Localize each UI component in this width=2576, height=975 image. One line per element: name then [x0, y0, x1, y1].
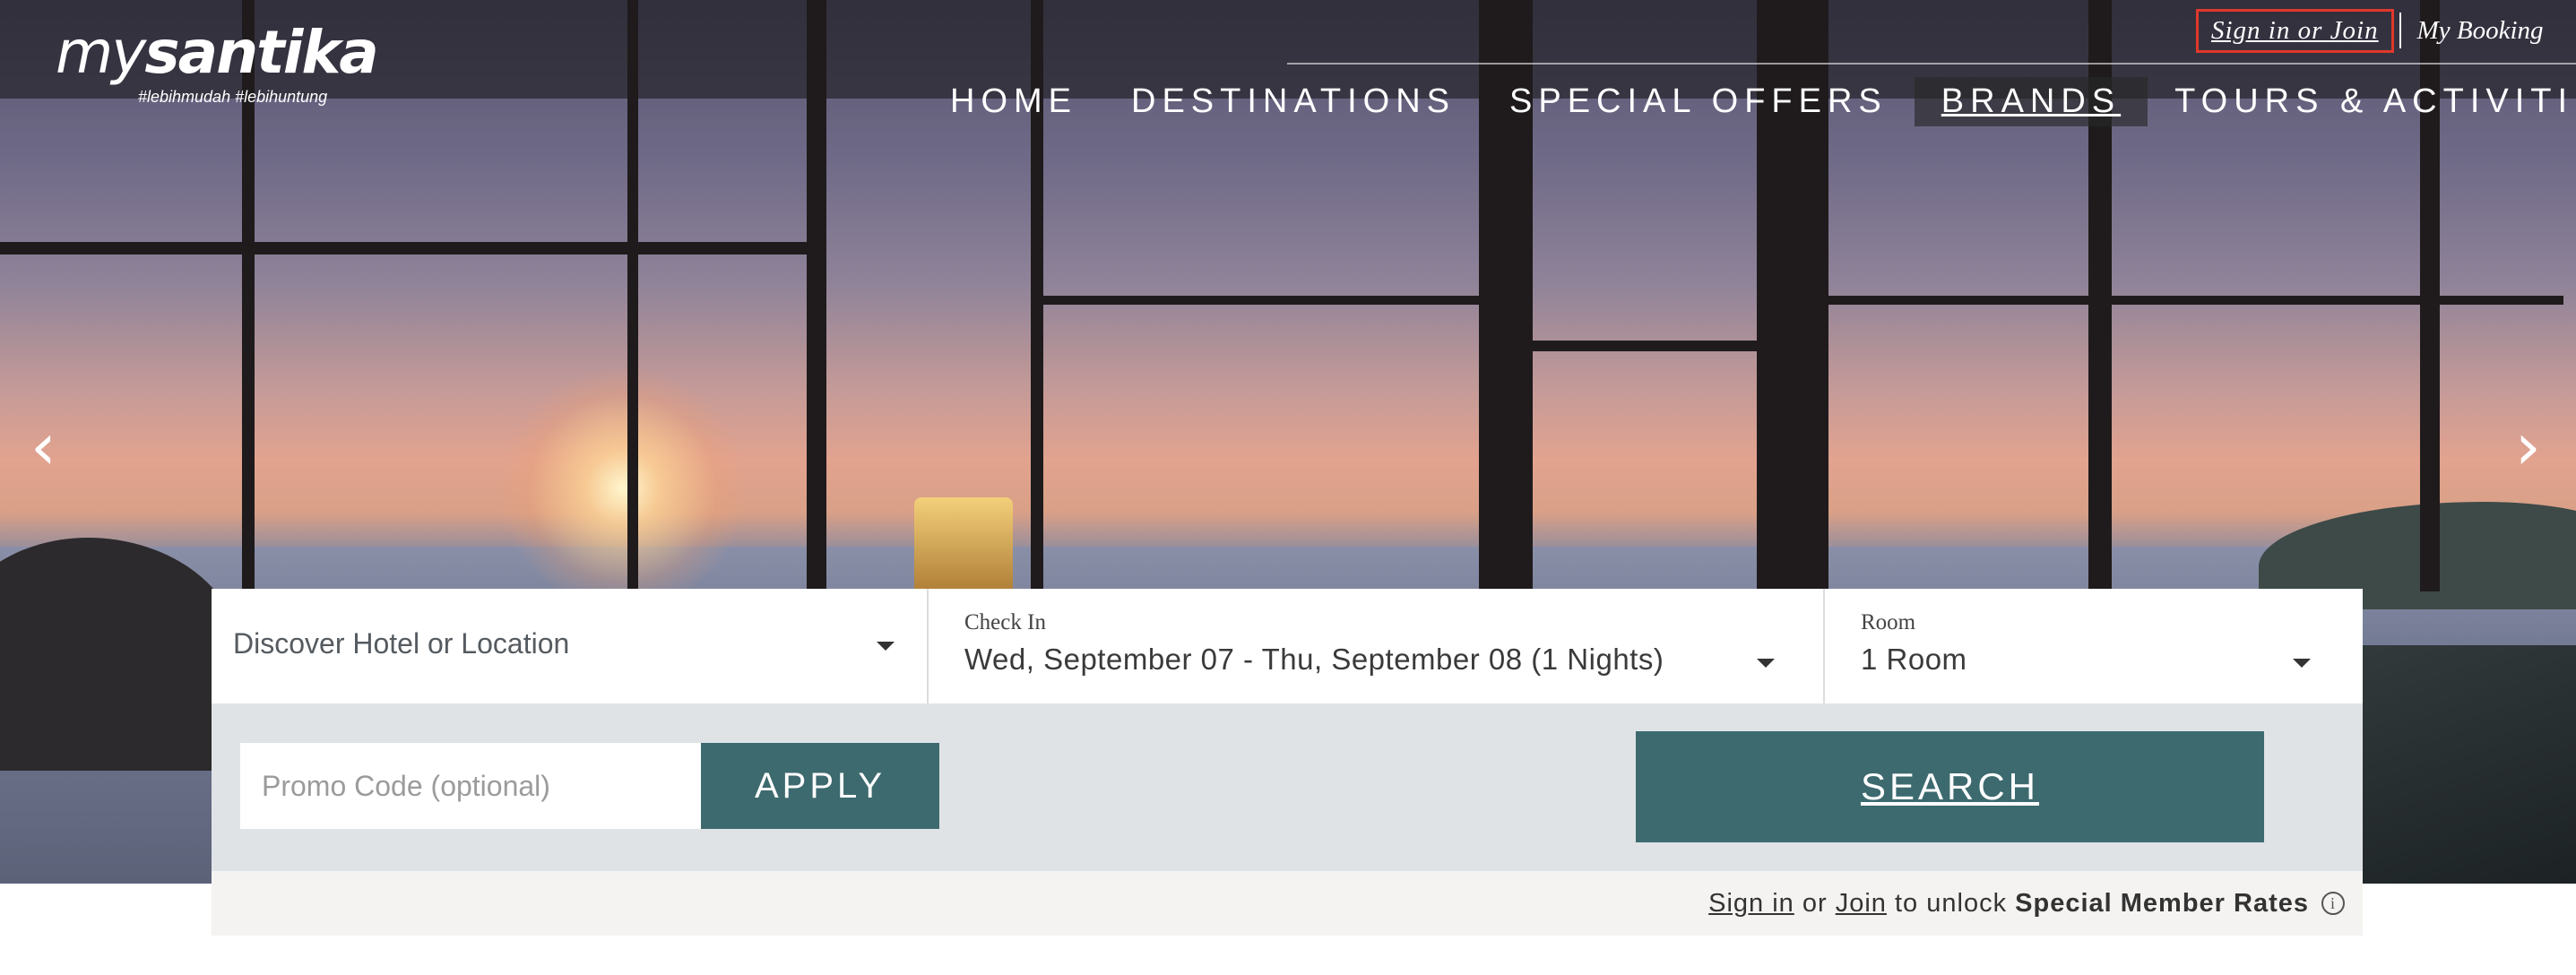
chevron-down-icon: [1757, 659, 1775, 668]
logo-text-bold: santika: [144, 18, 378, 87]
join-link[interactable]: Join: [1836, 889, 1887, 919]
hero-deck: [2348, 645, 2576, 884]
or-text: or: [1802, 888, 1828, 918]
sign-in-link[interactable]: Sign in: [1708, 889, 1794, 919]
promo-search-band: APPLY SEARCH: [212, 703, 2363, 871]
hero-lamp: [914, 497, 1013, 596]
window-beam: [1828, 296, 2563, 305]
search-button[interactable]: SEARCH: [1636, 731, 2264, 842]
member-rates-bar: Sign in or Join to unlock Special Member…: [212, 871, 2363, 936]
chevron-right-icon[interactable]: ›: [2515, 414, 2541, 479]
location-dropdown[interactable]: Discover Hotel or Location: [212, 589, 929, 703]
utility-divider: [2399, 13, 2401, 48]
special-member-rates-text: Special Member Rates: [2015, 888, 2309, 918]
nav-item-special-offers[interactable]: SPECIAL OFFERS: [1482, 77, 1915, 126]
hero-sun: [502, 367, 744, 609]
window-beam: [627, 0, 638, 591]
sign-in-or-join-link[interactable]: Sign in or Join: [2196, 8, 2394, 53]
chevron-down-icon: [2293, 659, 2311, 668]
booking-widget: Discover Hotel or Location Check In Wed,…: [212, 589, 2363, 936]
booking-fields: Discover Hotel or Location Check In Wed,…: [212, 589, 2363, 703]
chevron-down-icon: [877, 642, 895, 651]
nav-item-destinations[interactable]: DESTINATIONS: [1104, 77, 1482, 126]
window-beam: [1040, 296, 1506, 305]
checkin-value: Wed, September 07 - Thu, September 08 (1…: [964, 643, 1664, 676]
room-value: 1 Room: [1861, 643, 1967, 676]
room-dropdown[interactable]: Room 1 Room: [1825, 589, 2363, 703]
chevron-left-icon[interactable]: ‹: [30, 414, 56, 479]
mysantika-logo[interactable]: mysantika #lebihmudah #lebihuntung: [56, 23, 379, 107]
nav-item-home[interactable]: HOME: [923, 77, 1104, 126]
window-beam: [807, 0, 826, 591]
info-icon[interactable]: i: [2321, 892, 2345, 915]
apply-button[interactable]: APPLY: [701, 743, 939, 829]
location-placeholder: Discover Hotel or Location: [233, 627, 570, 660]
checkin-date-picker[interactable]: Check In Wed, September 07 - Thu, Septem…: [929, 589, 1825, 703]
logo-tagline: #lebihmudah #lebihuntung: [138, 88, 328, 106]
checkin-label: Check In: [964, 610, 1046, 634]
my-booking-link[interactable]: My Booking: [2417, 16, 2544, 46]
room-label: Room: [1861, 610, 1916, 634]
logo-text-light: my: [56, 18, 146, 87]
unlock-text: to unlock: [1895, 888, 2008, 918]
window-beam: [0, 242, 807, 255]
promo-code-input[interactable]: [240, 743, 701, 829]
main-nav: HOME DESTINATIONS SPECIAL OFFERS BRANDS …: [923, 75, 2576, 127]
utility-links: Sign in or Join My Booking: [2196, 5, 2544, 56]
nav-item-brands[interactable]: BRANDS: [1914, 76, 2148, 126]
window-beam: [1524, 341, 1775, 351]
nav-item-tours-activities[interactable]: TOURS & ACTIVITIES: [2148, 77, 2576, 126]
nav-divider: [1287, 63, 2576, 65]
